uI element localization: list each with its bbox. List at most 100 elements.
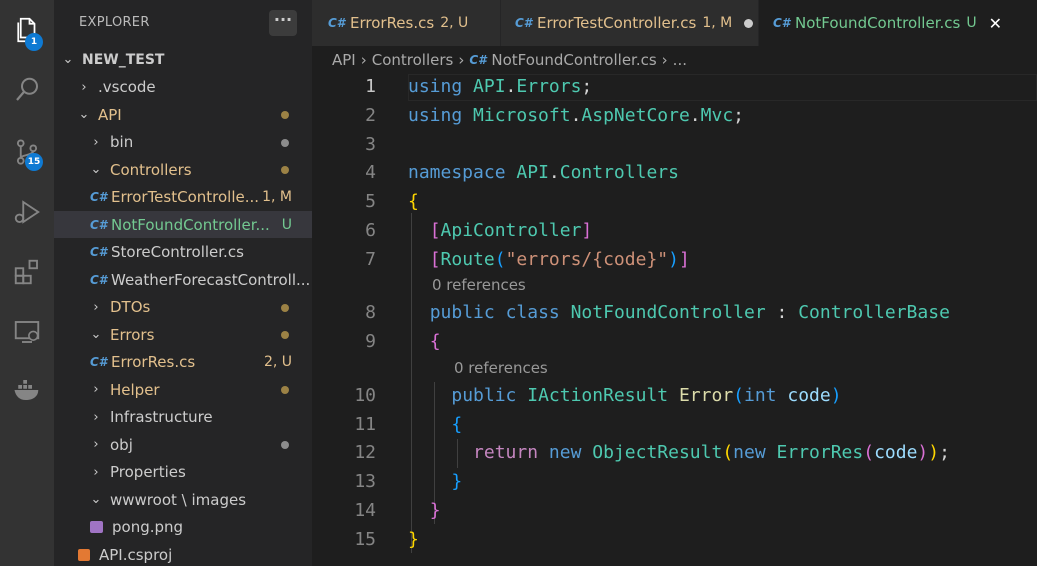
line-number: 5 [365,191,376,212]
tree-item-label: Helper [110,380,160,399]
tree-item-helper[interactable]: › Helper [54,376,312,403]
chevron-right-icon[interactable]: › [90,135,102,150]
explorer-header: EXPLORER ··· [54,0,312,46]
tree-item-label: Controllers [110,160,192,179]
image-file-icon [90,521,103,533]
tree-item-api[interactable]: ⌄ API [54,101,312,128]
docker-button[interactable] [0,366,54,414]
tree-item-label: NotFoundController... [111,215,270,234]
more-actions-button[interactable]: ··· [269,10,297,36]
tab-label: NotFoundController.cs [795,14,961,32]
chevron-down-icon[interactable]: ⌄ [90,162,102,177]
modified-dot-icon [281,386,289,394]
chevron-right-icon[interactable]: › [90,465,102,480]
tree-item-controllers[interactable]: ⌄ Controllers [54,156,312,183]
code-line-14: } [429,500,441,521]
tree-item-vscode[interactable]: › .vscode [54,74,312,101]
tree-item-label: Errors [110,325,155,344]
activity-bar: 1 15 [0,0,54,566]
chevron-down-icon[interactable]: ⌄ [62,52,74,67]
tree-item-notfoundcontroller[interactable]: C# NotFoundController... U [54,211,312,238]
csharp-icon: C# [90,355,108,369]
csharp-icon: C# [90,217,108,232]
tab-error-test-controller[interactable]: C# ErrorTestController.cs 1, M [501,0,758,46]
remote-explorer-icon [14,321,40,343]
modified-dot-icon [281,303,289,312]
csharp-icon: C# [515,16,533,30]
breadcrumb-item[interactable]: NotFoundController.cs [491,51,656,69]
code-line-9: { [429,331,441,352]
modified-dot-icon [281,166,289,174]
ignored-dot-icon [281,441,289,449]
code-line-1: using API.Errors; [408,76,593,97]
docker-icon [14,380,39,400]
tree-item-infrastructure[interactable]: › Infrastructure [54,404,312,431]
chevron-right-icon[interactable]: › [78,80,90,95]
code-lens-references[interactable]: 0 references [454,359,548,377]
chevron-down-icon[interactable]: ⌄ [90,492,102,507]
tree-item-wwwroot-images[interactable]: ⌄ wwwroot \ images [54,486,312,513]
tree-item-label: wwwroot \ images [110,490,247,509]
chevron-right-icon[interactable]: › [90,437,102,452]
chevron-right-icon[interactable]: › [90,382,102,397]
tree-item-storecontroller-cs[interactable]: C# StoreController.cs [54,239,312,266]
remote-explorer-button[interactable] [0,308,54,356]
source-control-button[interactable]: 15 [0,128,54,176]
run-debug-icon [14,200,40,224]
breadcrumb: API › Controllers › C# NotFoundControlle… [332,48,687,72]
tree-item-label: Properties [110,463,186,481]
line-number: 2 [365,105,376,126]
tree-item-new-test[interactable]: ⌄ NEW_TEST [54,46,312,73]
tree-item-api-csproj[interactable]: API.csproj [54,541,312,566]
line-number: 15 [354,529,376,550]
chevron-down-icon[interactable]: ⌄ [90,327,102,342]
csharp-icon: C# [469,53,487,67]
tree-item-weatherforecastcontroll[interactable]: C# WeatherForecastControll... [54,266,312,293]
modified-dot-icon [281,331,289,339]
tree-item-bin[interactable]: › bin [54,129,312,156]
explorer-button[interactable]: 1 [0,6,54,54]
tree-item-properties[interactable]: › Properties [54,459,312,486]
tree-item-label: API [98,105,122,124]
run-debug-button[interactable] [0,188,54,236]
unsaved-dot-icon[interactable] [744,18,754,28]
tab-label: ErrorRes.cs [350,14,435,32]
chevron-right-icon: › [661,51,668,69]
tab-error-res[interactable]: C# ErrorRes.cs 2, U [312,0,500,46]
tree-item-label: bin [110,133,134,151]
chevron-right-icon[interactable]: › [90,410,102,425]
code-editor[interactable]: 1 2 3 4 5 6 7 8 9 10 11 12 13 14 15 using API.Errors; … [312,74,1037,566]
breadcrumb-item[interactable]: Controllers [372,51,454,69]
tree-item-errors[interactable]: ⌄ Errors [54,321,312,348]
explorer-title: EXPLORER [79,15,150,30]
tree-item-label: pong.png [112,518,184,536]
code-line-2: using Microsoft.AspNetCore.Mvc; [408,105,744,126]
chevron-down-icon[interactable]: ⌄ [78,107,90,122]
tree-item-label: WeatherForecastControll... [111,270,311,289]
code-line-13: } [451,471,463,492]
breadcrumb-item[interactable]: ... [673,51,687,69]
code-line-4: namespace API.Controllers [408,162,679,183]
line-number: 1 [365,76,376,97]
code-line-12: return new ObjectResult(new ErrorRes(cod… [473,442,950,463]
tree-item-label: obj [110,435,133,454]
chevron-right-icon: › [458,51,465,69]
tree-item-label: ErrorRes.cs [111,353,196,371]
close-icon[interactable]: ✕ [989,14,1002,33]
tree-item-errortestcontrolle[interactable]: C# ErrorTestControlle... 1, M [54,184,312,211]
line-number: 14 [354,500,376,521]
search-button[interactable] [0,66,54,114]
chevron-right-icon[interactable]: › [90,300,102,315]
tree-item-dtos[interactable]: › DTOs [54,294,312,321]
line-number: 12 [354,442,376,463]
tree-item-obj[interactable]: › obj [54,431,312,458]
tree-item-label: StoreController.cs [111,243,244,261]
extensions-button[interactable] [0,248,54,296]
tree-item-label: DTOs [110,298,151,316]
code-lens-references[interactable]: 0 references [432,276,526,294]
tree-item-errorres-cs[interactable]: C# ErrorRes.cs 2, U [54,349,312,376]
breadcrumb-item[interactable]: API [332,51,356,69]
tree-item-pong-png[interactable]: pong.png [54,514,312,541]
tab-not-found-controller[interactable]: C# NotFoundController.cs U ✕ [759,0,1037,46]
git-status-badge: U [281,216,292,233]
